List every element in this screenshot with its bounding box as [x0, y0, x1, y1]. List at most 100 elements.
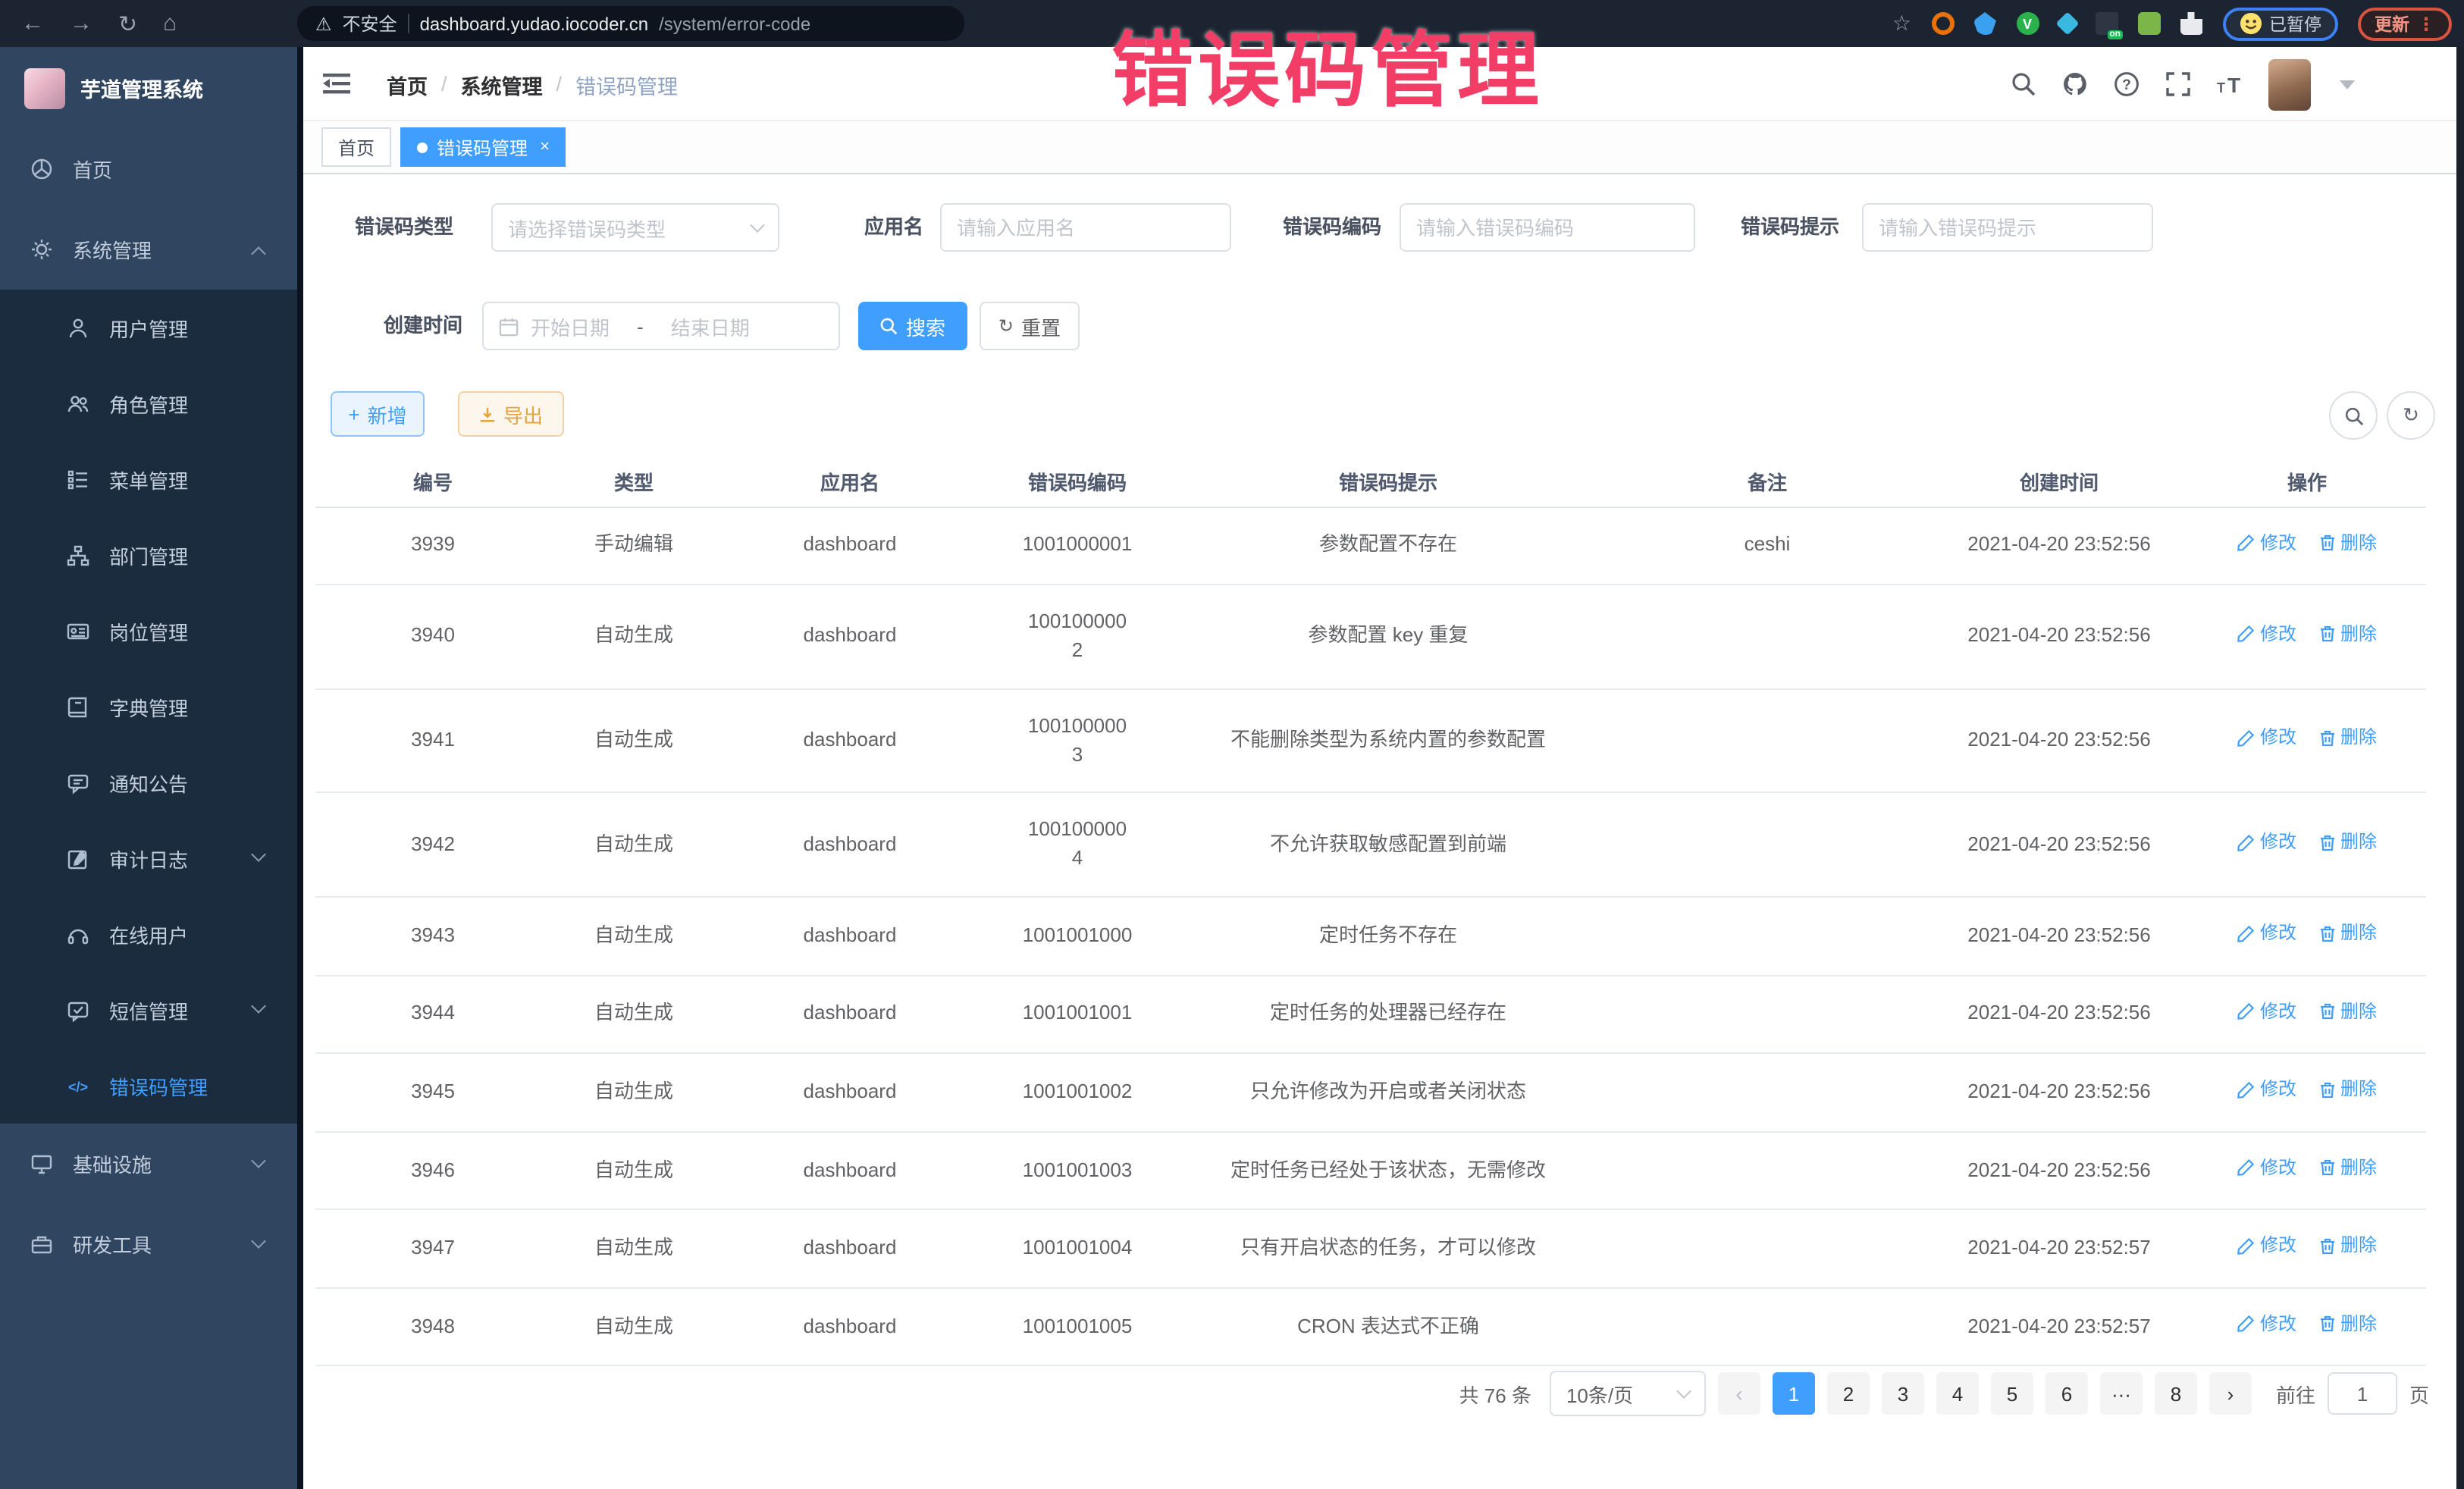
- cell-id: 3944: [315, 975, 550, 1053]
- cell-id: 3940: [315, 585, 550, 688]
- edit-row-button[interactable]: 修改: [2237, 998, 2296, 1025]
- address-bar[interactable]: ⚠ 不安全 dashboard.yudao.iocoder.cn/system/…: [297, 6, 964, 41]
- search-icon[interactable]: [2011, 71, 2036, 97]
- page-button-3[interactable]: 3: [1882, 1372, 1924, 1415]
- close-tab-icon[interactable]: ×: [540, 138, 550, 156]
- delete-row-button[interactable]: 删除: [2318, 621, 2377, 647]
- breadcrumb-system[interactable]: 系统管理: [461, 69, 543, 99]
- export-button[interactable]: 导出: [458, 391, 564, 437]
- edit-row-button[interactable]: 修改: [2237, 621, 2296, 647]
- profile-paused-badge[interactable]: 已暂停: [2222, 7, 2338, 40]
- update-button[interactable]: 更新 ⋮: [2358, 7, 2452, 40]
- svg-text:</>: </>: [68, 1079, 88, 1094]
- delete-row-button[interactable]: 删除: [2318, 1155, 2377, 1181]
- goto-page-input[interactable]: [2328, 1372, 2397, 1415]
- tab-home[interactable]: 首页: [321, 127, 391, 167]
- sidebar-item-系统管理[interactable]: 系统管理: [0, 209, 297, 290]
- sidebar-item-错误码管理[interactable]: </>错误码管理: [0, 1048, 297, 1124]
- edit-row-button[interactable]: 修改: [2237, 726, 2296, 752]
- page-button-2[interactable]: 2: [1827, 1372, 1870, 1415]
- user-avatar[interactable]: [2268, 58, 2311, 110]
- sidebar-item-菜单管理[interactable]: 菜单管理: [0, 441, 297, 517]
- collapse-sidebar-icon[interactable]: [321, 68, 352, 99]
- delete-row-button[interactable]: 删除: [2318, 1077, 2377, 1103]
- page-button-8[interactable]: 8: [2155, 1372, 2197, 1415]
- forward-icon[interactable]: →: [70, 11, 92, 36]
- edit-row-button[interactable]: 修改: [2237, 920, 2296, 947]
- delete-row-button[interactable]: 删除: [2318, 726, 2377, 752]
- extension-icon[interactable]: [1931, 12, 1954, 35]
- page-scrollbar[interactable]: [2456, 47, 2464, 1489]
- refresh-table-button[interactable]: ↻: [2387, 391, 2435, 440]
- error-msg-field-wrap: [1862, 203, 2153, 252]
- extension-icon[interactable]: [1973, 12, 1996, 35]
- delete-row-button[interactable]: 删除: [2318, 530, 2377, 556]
- extension-icon[interactable]: [2137, 12, 2160, 35]
- extension-icon[interactable]: [2055, 11, 2078, 35]
- cell-msg: 定时任务的处理器已经存在: [1172, 975, 1604, 1053]
- cell-id: 3941: [315, 688, 550, 792]
- show-search-toggle-button[interactable]: [2329, 391, 2378, 440]
- more-pages-icon[interactable]: ···: [2100, 1372, 2143, 1415]
- extension-icon[interactable]: V: [2016, 12, 2039, 35]
- sidebar-item-角色管理[interactable]: 角色管理: [0, 365, 297, 441]
- github-icon[interactable]: [2062, 71, 2088, 97]
- sidebar-item-基础设施[interactable]: 基础设施: [0, 1124, 297, 1204]
- extensions-puzzle-icon[interactable]: [2180, 12, 2202, 35]
- delete-row-button[interactable]: 删除: [2318, 920, 2377, 947]
- browser-menu-icon[interactable]: ⋮: [2417, 13, 2435, 34]
- delete-row-button[interactable]: 删除: [2318, 829, 2377, 856]
- edit-row-button[interactable]: 修改: [2237, 1233, 2296, 1259]
- page-button-1[interactable]: 1: [1773, 1372, 1815, 1415]
- edit-row-button[interactable]: 修改: [2237, 829, 2296, 856]
- error-code-input[interactable]: [1416, 216, 1679, 239]
- reload-icon[interactable]: ↻: [118, 10, 137, 37]
- chevron-down-icon: [251, 1233, 266, 1248]
- edit-row-button[interactable]: 修改: [2237, 1312, 2296, 1338]
- sidebar-item-研发工具[interactable]: 研发工具: [0, 1204, 297, 1284]
- edit-row-button[interactable]: 修改: [2237, 1155, 2296, 1181]
- edit-row-button[interactable]: 修改: [2237, 530, 2296, 556]
- reset-button[interactable]: ↻ 重置: [980, 302, 1080, 350]
- cell-actions: 修改删除: [2188, 1288, 2426, 1366]
- column-header: 创建时间: [1930, 458, 2188, 506]
- delete-row-button[interactable]: 删除: [2318, 998, 2377, 1025]
- sidebar-item-字典管理[interactable]: 字典管理: [0, 669, 297, 744]
- fullscreen-icon[interactable]: [2165, 71, 2191, 97]
- app-name-input[interactable]: [957, 216, 1215, 239]
- search-button[interactable]: 搜索: [858, 302, 967, 350]
- breadcrumb-home[interactable]: 首页: [387, 69, 428, 99]
- error-msg-input[interactable]: [1879, 216, 2136, 239]
- sidebar-item-短信管理[interactable]: 短信管理: [0, 972, 297, 1048]
- sidebar-item-通知公告[interactable]: 通知公告: [0, 744, 297, 820]
- next-page-button[interactable]: ›: [2209, 1372, 2252, 1415]
- sidebar-item-部门管理[interactable]: 部门管理: [0, 517, 297, 593]
- sidebar-item-首页[interactable]: 首页: [0, 129, 297, 209]
- page-button-4[interactable]: 4: [1936, 1372, 1979, 1415]
- table-row: 3948自动生成dashboard1001001005CRON 表达式不正确20…: [315, 1288, 2426, 1366]
- add-button[interactable]: + 新增: [331, 391, 425, 437]
- bookmark-star-icon[interactable]: ☆: [1892, 11, 1911, 36]
- extension-icon[interactable]: on: [2095, 12, 2118, 35]
- sidebar-item-审计日志[interactable]: 审计日志: [0, 820, 297, 896]
- home-icon[interactable]: ⌂: [163, 11, 177, 36]
- edit-row-button[interactable]: 修改: [2237, 1077, 2296, 1103]
- page-button-6[interactable]: 6: [2045, 1372, 2088, 1415]
- date-range-picker[interactable]: 开始日期 - 结束日期: [482, 302, 840, 350]
- user-menu-caret-icon[interactable]: [2340, 80, 2355, 89]
- tab-error-code[interactable]: 错误码管理 ×: [400, 127, 566, 167]
- cell-code: 100100000 2: [983, 585, 1172, 688]
- app-logo[interactable]: 芋道管理系统: [0, 47, 297, 129]
- sidebar-item-岗位管理[interactable]: 岗位管理: [0, 593, 297, 669]
- filter-code-label: 错误码编码: [1184, 203, 1381, 252]
- sidebar-item-用户管理[interactable]: 用户管理: [0, 290, 297, 365]
- page-button-5[interactable]: 5: [1991, 1372, 2033, 1415]
- prev-page-button[interactable]: ‹: [1718, 1372, 1760, 1415]
- font-size-icon[interactable]: TT: [2217, 71, 2243, 97]
- back-icon[interactable]: ←: [21, 11, 44, 36]
- delete-row-button[interactable]: 删除: [2318, 1233, 2377, 1259]
- delete-row-button[interactable]: 删除: [2318, 1312, 2377, 1338]
- page-size-select[interactable]: 10条/页: [1550, 1371, 1706, 1416]
- sidebar-item-在线用户[interactable]: 在线用户: [0, 896, 297, 972]
- help-icon[interactable]: ?: [2114, 71, 2140, 97]
